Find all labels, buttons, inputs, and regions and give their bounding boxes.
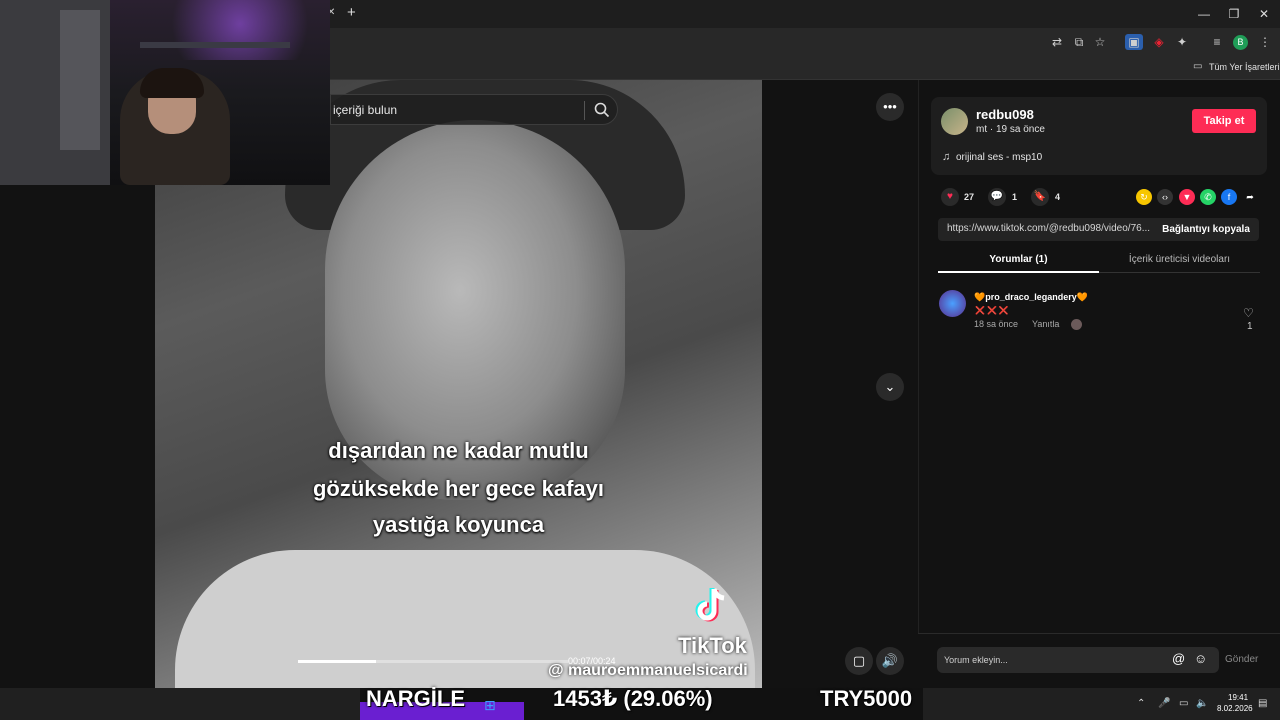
comment-count: 1 xyxy=(1012,192,1018,202)
comment-text: ❌❌❌ xyxy=(975,306,1011,315)
video-time: 00:07/00:24 xyxy=(568,656,616,666)
facebook-icon[interactable]: f xyxy=(1221,189,1237,205)
music-link[interactable]: orijinal ses - msp10 xyxy=(956,152,1042,163)
microphone-icon[interactable]: 🎤 xyxy=(1158,698,1170,709)
creator-liked-avatar xyxy=(1071,319,1082,330)
minimize-button[interactable]: — xyxy=(1194,6,1214,22)
comment-time: 18 sa önce xyxy=(974,319,1019,329)
webcam-purple-light xyxy=(150,0,330,60)
extension-red-icon[interactable]: ◈ xyxy=(1150,34,1168,50)
like-heart-icon[interactable]: ♥ xyxy=(941,188,959,206)
share-link-url[interactable]: https://www.tiktok.com/@redbu098/video/7… xyxy=(947,223,1152,234)
comment-like-heart-icon[interactable]: ♡ xyxy=(1243,306,1254,320)
translate-icon[interactable]: ⇄ xyxy=(1048,34,1066,50)
follow-button[interactable]: Takip et xyxy=(1192,109,1256,133)
music-note-icon: ♫ xyxy=(942,151,951,163)
more-options-icon[interactable]: ••• xyxy=(876,93,904,121)
browser-menu-icon[interactable]: ⋮ xyxy=(1256,34,1274,50)
speaker-icon[interactable]: 🔈 xyxy=(1196,698,1208,709)
commenter-name[interactable]: 🧡pro_draco_legandery🧡 xyxy=(974,292,1088,303)
search-bar[interactable]: içeriği bulun xyxy=(330,94,618,125)
video-caption-line-1: dışarıdan ne kadar mutlu xyxy=(328,438,589,463)
network-icon[interactable]: ▭ xyxy=(1179,698,1188,709)
profile-avatar[interactable]: B xyxy=(1233,35,1248,50)
author-avatar[interactable] xyxy=(941,108,968,135)
video-progress-fill xyxy=(298,660,377,663)
send-comment-button[interactable]: Gönder xyxy=(1225,654,1258,665)
tab-comments[interactable]: Yorumlar (1) xyxy=(938,249,1099,273)
webcam-shelf xyxy=(140,42,290,48)
save-count: 4 xyxy=(1055,192,1061,202)
like-count: 27 xyxy=(964,192,975,202)
video-caption-line-2: gözüksekde her gece kafayı xyxy=(312,476,605,501)
webcam-person-hair xyxy=(140,68,204,98)
search-icon[interactable] xyxy=(593,101,611,119)
tab-creator-videos[interactable]: İçerik üreticisi videoları xyxy=(1099,249,1260,273)
tray-chevron-up-icon[interactable]: ⌃ xyxy=(1137,698,1145,709)
bookmark-star-icon[interactable]: ☆ xyxy=(1091,34,1109,50)
search-input[interactable]: içeriği bulun xyxy=(333,103,397,117)
new-tab-button[interactable]: + xyxy=(347,4,356,21)
commenter-avatar[interactable] xyxy=(939,290,966,317)
extension-icon[interactable]: ▣ xyxy=(1125,34,1143,50)
author-meta: mt · 19 sa önce xyxy=(976,124,1045,135)
mention-at-icon[interactable]: @ xyxy=(1172,651,1185,666)
tiktok-logo-icon xyxy=(688,585,738,625)
reply-button[interactable]: Yanıtla xyxy=(1032,319,1059,329)
install-app-icon[interactable]: ⧉ xyxy=(1070,34,1088,50)
author-name[interactable]: redbu098 xyxy=(976,107,1034,122)
repost-icon[interactable]: ↻ xyxy=(1136,189,1152,205)
video-caption-line-3: yastığa koyunca xyxy=(372,512,545,537)
ticker-price-text: 1453₺ (29.06%) xyxy=(553,686,713,711)
ticker-left-text: NARGİLE xyxy=(366,686,465,711)
search-divider xyxy=(584,101,585,120)
send-to-friends-icon[interactable]: ▼ xyxy=(1179,189,1195,205)
webcam-overlay xyxy=(0,0,330,185)
clock-date[interactable]: 8.02.2026 xyxy=(1217,704,1253,713)
copy-link-button[interactable]: Bağlantıyı kopyala xyxy=(1154,218,1258,241)
comment-icon[interactable]: 💬 xyxy=(988,188,1006,206)
all-bookmarks-link[interactable]: Tüm Yer İşaretleri xyxy=(1209,62,1280,72)
folder-icon: ▭ xyxy=(1193,61,1203,72)
media-control-icon[interactable]: ≡ xyxy=(1208,34,1226,50)
notification-icon[interactable]: ▤ xyxy=(1258,698,1267,709)
windows-start-icon[interactable]: ⊞ xyxy=(484,697,496,714)
comment-like-count: 1 xyxy=(1247,321,1253,332)
floating-player-icon[interactable]: ▢ xyxy=(845,647,873,675)
bookmark-icon[interactable]: 🔖 xyxy=(1031,188,1049,206)
ticker-right-text: TRY5000 xyxy=(820,686,913,711)
share-arrow-icon[interactable]: ➦ xyxy=(1242,189,1258,205)
volume-icon[interactable]: 🔊 xyxy=(876,647,904,675)
close-window-button[interactable]: ✕ xyxy=(1254,6,1274,22)
embed-code-icon[interactable]: ‹› xyxy=(1157,189,1173,205)
next-video-chevron-down-icon[interactable]: ⌄ xyxy=(876,373,904,401)
emoji-icon[interactable]: ☺ xyxy=(1194,651,1207,666)
extensions-puzzle-icon[interactable]: ✦ xyxy=(1173,34,1191,50)
maximize-button[interactable]: ❐ xyxy=(1224,6,1244,22)
webcam-background-panel xyxy=(60,10,100,150)
clock-time[interactable]: 19:41 xyxy=(1228,693,1248,702)
tiktok-wordmark: TikTok xyxy=(678,633,747,658)
whatsapp-icon[interactable]: ✆ xyxy=(1200,189,1216,205)
